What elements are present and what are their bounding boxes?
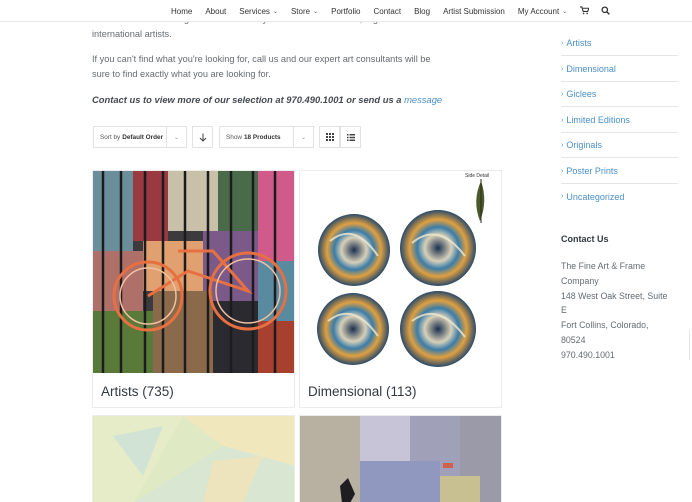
nav-store[interactable]: Store ⌄ [291,7,318,16]
address-line: Company [561,275,599,286]
contact-address: The Fine Art & Frame Company 148 West Oa… [561,259,681,363]
chevron-right-icon: › [561,65,564,73]
list-icon [346,133,355,141]
artists-thumbnail[interactable] [93,171,294,373]
intro-line: international artists. [92,29,172,39]
intro-line: If you can't find what you're looking fo… [92,54,431,64]
nav-home-label: Home [171,6,193,16]
category-label: Giclees [566,89,597,99]
nav-home[interactable]: Home [171,7,192,16]
chevron-right-icon: › [561,167,564,175]
chevron-down-icon: ⌄ [166,127,186,147]
category-label: Poster Prints [566,166,618,176]
nav-blog-label: Blog [414,6,431,16]
sidebar-category-limited-editions[interactable]: › Limited Editions [561,108,678,133]
nav-my-account-label: My Account [517,6,560,16]
chevron-right-icon: › [561,39,564,47]
product-card-dimensional[interactable]: Side Detail Dimensional (113) [299,170,502,408]
chevron-right-icon: › [561,141,564,149]
contact-us-heading: Contact Us [561,234,609,244]
nav-services[interactable]: Services ⌄ [239,7,278,16]
nav-services-label: Services [239,6,270,16]
nav-store-label: Store [290,6,311,16]
chevron-right-icon: › [561,90,564,98]
products-per-page-select[interactable]: Show 18 Products ⌄ [219,126,314,148]
product-card-limited-editions[interactable] [299,415,502,502]
sidebar-category-uncategorized[interactable]: › Uncategorized [561,184,678,209]
grid-icon [325,133,334,141]
nav-blog[interactable]: Blog [414,7,430,16]
contact-callout: Contact us to view more of our selection… [92,94,442,105]
search-icon[interactable] [601,5,611,17]
chevron-down-icon: ⌄ [272,8,278,15]
address-line: 80524 [561,334,586,345]
product-title[interactable]: Artists (735) [101,384,174,399]
product-title[interactable]: Dimensional (113) [308,384,417,399]
nav-portfolio-label: Portfolio [331,6,361,16]
sidebar-category-giclees[interactable]: › Giclees [561,82,678,107]
message-link[interactable]: message [404,94,442,105]
cart-icon[interactable] [580,5,591,17]
list-view-button[interactable] [340,126,361,148]
nav-artist-submission-label: Artist Submission [443,6,505,16]
category-label: Limited Editions [566,115,630,125]
category-label: Originals [566,140,602,150]
chevron-down-icon: ⌄ [313,8,319,15]
nav-my-account[interactable]: My Account ⌄ [518,7,567,16]
sidebar-category-dimensional[interactable]: › Dimensional [561,57,678,82]
grid-view-button[interactable] [319,126,340,148]
dimensional-thumbnail[interactable]: Side Detail [300,171,501,373]
sort-value: Default Order [122,133,164,141]
chevron-down-icon: ⌄ [562,8,568,15]
product-card-giclees[interactable] [92,415,295,502]
address-line: The Fine Art & Frame [561,261,646,271]
nav-contact-label: Contact [373,6,402,16]
category-label: Artists [566,38,592,48]
chevron-down-icon: ⌄ [293,127,313,147]
nav-about[interactable]: About [205,7,226,16]
image-caption: Side Detail [465,173,490,179]
intro-line: sure to find exactly what you are lookin… [92,69,271,79]
sort-by-select[interactable]: Sort by Default Order ⌄ [93,126,187,148]
sidebar-category-poster-prints[interactable]: › Poster Prints [561,159,678,184]
address-line: 148 West Oak Street, Suite [561,290,668,301]
chevron-right-icon: › [561,193,564,200]
sidebar-category-artists[interactable]: › Artists [561,31,678,56]
giclees-thumbnail[interactable] [93,416,294,502]
sort-direction-button[interactable] [192,126,213,148]
nav-contact[interactable]: Contact [373,7,401,16]
contact-callout-text: Contact us to view more of our selection… [92,94,405,105]
address-line: Fort Collins, Colorado, [561,320,649,331]
limited-editions-thumbnail[interactable] [300,416,501,502]
arrow-down-icon [199,133,206,142]
nav-about-label: About [205,6,227,16]
show-value: 18 Products [244,133,281,141]
chevron-right-icon: › [561,116,564,124]
nav-portfolio[interactable]: Portfolio [331,7,360,16]
sort-prefix: Sort by [100,133,121,141]
product-card-artists[interactable]: Artists (735) [92,170,295,408]
nav-artist-submission[interactable]: Artist Submission [443,7,505,16]
category-label: Uncategorized [566,191,625,202]
category-label: Dimensional [566,64,616,74]
address-line: E [561,305,567,316]
main-nav: Home About Services ⌄ Store ⌄ Portfolio Co… [171,0,622,22]
sidebar-category-originals[interactable]: › Originals [561,133,678,158]
site-header: Home About Services ⌄ Store ⌄ Portfolio Co… [0,0,692,22]
phone-number[interactable]: 970.490.1001 [561,348,681,363]
show-prefix: Show [226,133,242,141]
